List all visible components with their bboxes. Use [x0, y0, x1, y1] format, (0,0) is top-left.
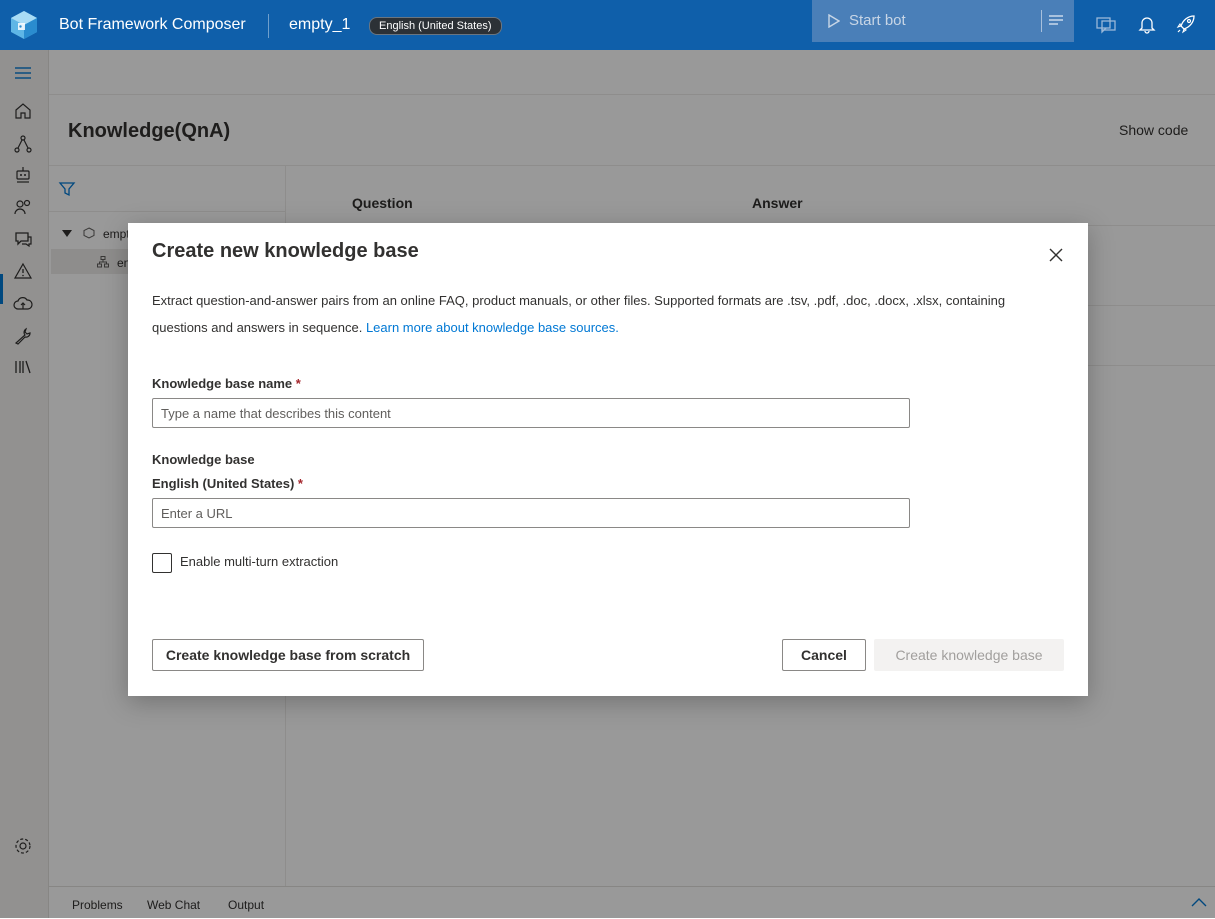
learn-more-link[interactable]: Learn more about knowledge base sources.	[366, 320, 619, 335]
chat-icon[interactable]	[1096, 15, 1116, 35]
kb-locale-label: English (United States) *	[152, 476, 303, 491]
kb-url-input[interactable]	[152, 498, 910, 528]
kb-locale-label-text: English (United States)	[152, 476, 295, 491]
create-kb-dialog: Create new knowledge base Extract questi…	[128, 223, 1088, 696]
runtime-log-icon[interactable]	[1048, 14, 1064, 28]
multi-turn-label[interactable]: Enable multi-turn extraction	[180, 554, 338, 569]
locale-badge[interactable]: English (United States)	[369, 17, 502, 35]
rocket-icon[interactable]	[1176, 14, 1196, 34]
top-bar: Bot Framework Composer empty_1 English (…	[0, 0, 1215, 50]
kb-name-input[interactable]	[152, 398, 910, 428]
cancel-button[interactable]: Cancel	[782, 639, 866, 671]
play-icon	[828, 14, 840, 28]
bot-name[interactable]: empty_1	[289, 16, 350, 34]
kb-name-label-text: Knowledge base name	[152, 376, 293, 391]
create-from-scratch-button[interactable]: Create knowledge base from scratch	[152, 639, 424, 671]
start-bot-button[interactable]: Start bot	[812, 0, 1074, 42]
dialog-description: Extract question-and-answer pairs from a…	[152, 287, 1012, 341]
close-icon[interactable]	[1046, 245, 1066, 265]
app-title: Bot Framework Composer	[59, 16, 246, 33]
multi-turn-checkbox[interactable]	[152, 553, 172, 573]
create-kb-button[interactable]: Create knowledge base	[874, 639, 1064, 671]
kb-name-label: Knowledge base name *	[152, 376, 301, 391]
composer-logo-icon	[11, 11, 37, 39]
dialog-title: Create new knowledge base	[152, 240, 419, 262]
title-divider	[268, 14, 269, 38]
start-bot-divider	[1041, 10, 1042, 32]
required-marker: *	[295, 376, 301, 391]
start-bot-label: Start bot	[849, 12, 906, 29]
required-marker: *	[297, 476, 303, 491]
kb-section-label: Knowledge base	[152, 452, 255, 467]
bell-icon[interactable]	[1137, 14, 1157, 34]
